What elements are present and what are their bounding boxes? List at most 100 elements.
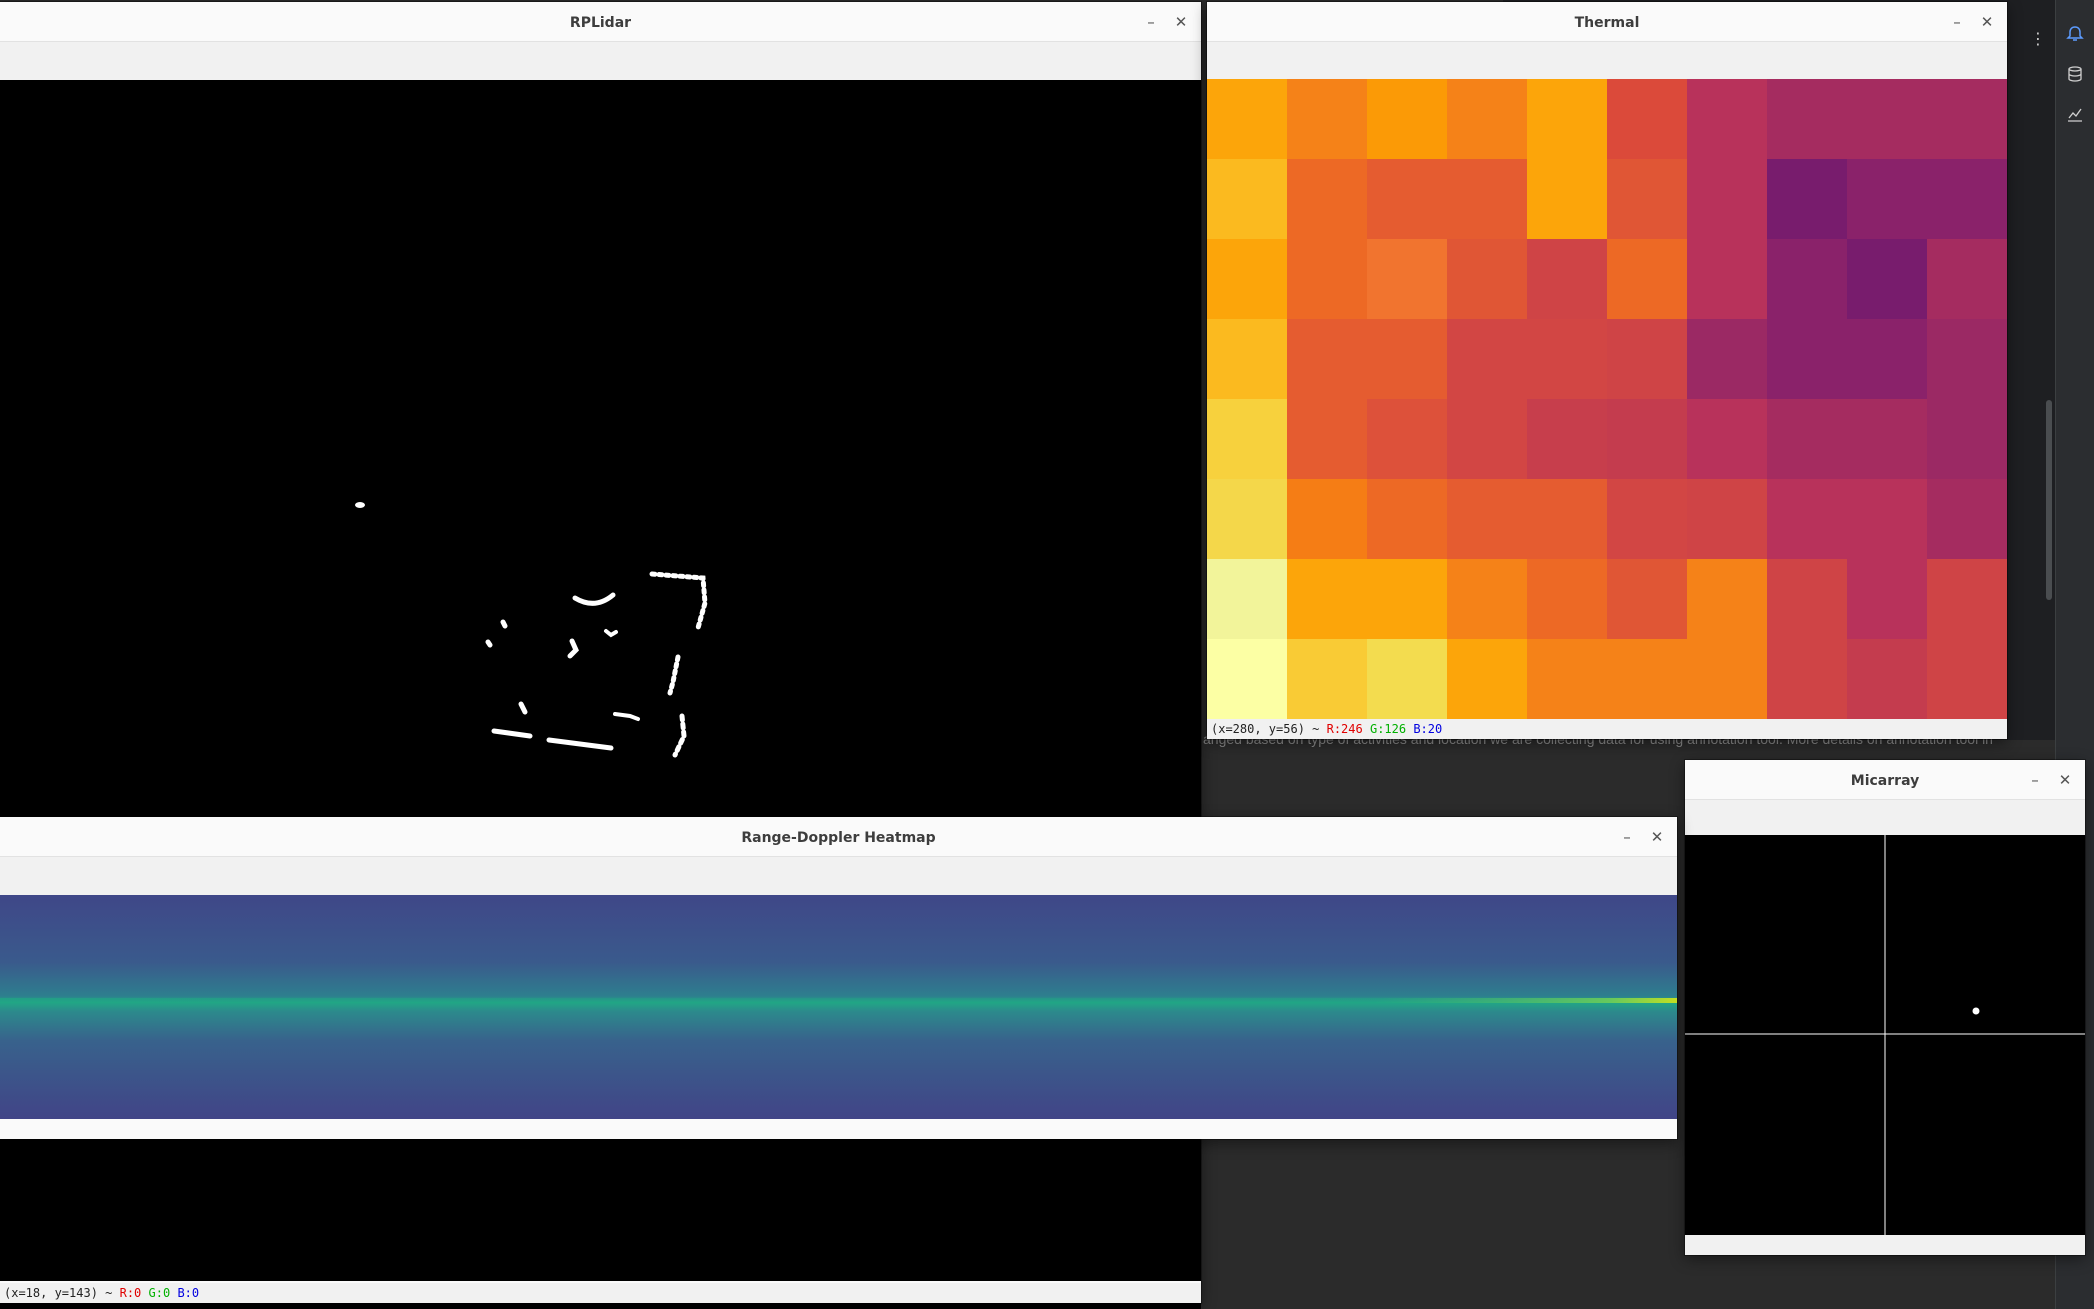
thermal-cell	[1207, 319, 1287, 399]
kebab-menu-icon[interactable]: ⋮	[2030, 30, 2046, 48]
cursor-coords: (x=280, y=56) ~	[1211, 722, 1320, 736]
thermal-cell	[1847, 79, 1927, 159]
range-doppler-titlebar[interactable]: Range-Doppler Heatmap – ✕	[0, 817, 1677, 857]
thermal-cell	[1927, 479, 2007, 559]
thermal-title: Thermal	[1574, 15, 1640, 31]
lidar-wall-segment	[546, 737, 614, 751]
lidar-wall-segment	[491, 728, 533, 739]
thermal-cell	[1607, 319, 1687, 399]
lidar-wall-segment	[667, 654, 681, 696]
thermal-cell	[1687, 479, 1767, 559]
thermal-cell	[1207, 159, 1287, 239]
thermal-cell	[1607, 239, 1687, 319]
thermal-cell	[1287, 559, 1367, 639]
thermal-cell	[1287, 239, 1367, 319]
thermal-window[interactable]: Thermal – ✕ (x=280, y=56) ~ R:246 G:126 …	[1207, 2, 2007, 739]
thermal-cell	[1687, 319, 1767, 399]
thermal-cell	[1767, 79, 1847, 159]
cursor-coords: (x=18, y=143) ~	[4, 1286, 113, 1300]
thermal-cell	[1927, 239, 2007, 319]
thermal-cell	[1287, 79, 1367, 159]
thermal-cell	[1847, 559, 1927, 639]
thermal-cell	[1687, 559, 1767, 639]
zero-doppler-line	[0, 998, 1677, 1003]
close-button[interactable]: ✕	[1976, 11, 1998, 33]
thermal-cell	[1367, 479, 1447, 559]
thermal-cell	[1447, 559, 1527, 639]
thermal-cell	[1527, 479, 1607, 559]
rplidar-titlebar[interactable]: RPLidar – ✕	[0, 2, 1201, 42]
thermal-cell	[1207, 239, 1287, 319]
thermal-cell	[1607, 399, 1687, 479]
lidar-cluster	[604, 629, 618, 638]
thermal-cell	[1447, 399, 1527, 479]
lidar-cluster	[567, 638, 579, 659]
thermal-cell	[1287, 159, 1367, 239]
range-doppler-toolbar	[0, 857, 1677, 897]
thermal-cell	[1527, 559, 1607, 639]
close-button[interactable]: ✕	[1646, 826, 1668, 848]
bell-icon[interactable]	[2056, 22, 2094, 54]
close-button[interactable]: ✕	[1170, 11, 1192, 33]
minimize-button[interactable]: –	[2024, 769, 2046, 791]
thermal-cell	[1767, 559, 1847, 639]
lidar-cluster	[613, 712, 640, 721]
minimize-button[interactable]: –	[1616, 826, 1638, 848]
pixel-green: G:126	[1369, 722, 1407, 736]
pixel-green: G:0	[148, 1286, 171, 1300]
database-icon[interactable]	[2056, 62, 2094, 94]
thermal-cell	[1527, 399, 1607, 479]
micarray-plot	[1685, 835, 2085, 1235]
thermal-cell	[1767, 239, 1847, 319]
thermal-cell	[1447, 239, 1527, 319]
close-button[interactable]: ✕	[2054, 769, 2076, 791]
thermal-cell	[1447, 79, 1527, 159]
micarray-titlebar[interactable]: Micarray – ✕	[1685, 760, 2085, 800]
rplidar-title: RPLidar	[569, 15, 632, 31]
thermal-cell	[1287, 479, 1367, 559]
thermal-cell	[1367, 399, 1447, 479]
range-doppler-title: Range-Doppler Heatmap	[741, 830, 936, 846]
lidar-points	[355, 502, 708, 758]
micarray-status-bar	[1685, 1235, 2085, 1255]
thermal-cell	[1607, 479, 1687, 559]
thermal-cell	[1367, 319, 1447, 399]
thermal-cell	[1927, 639, 2007, 719]
thermal-cell	[1927, 559, 2007, 639]
editor-scrollbar[interactable]	[2046, 400, 2052, 600]
thermal-cell	[1607, 639, 1687, 719]
thermal-cell	[1527, 159, 1607, 239]
lidar-wall-segment	[649, 571, 708, 631]
minimize-button[interactable]: –	[1140, 11, 1162, 33]
lidar-cluster	[518, 701, 528, 715]
micarray-window[interactable]: Micarray – ✕	[1685, 760, 2085, 1255]
thermal-cell	[1927, 399, 2007, 479]
lidar-wall-segment	[672, 713, 687, 758]
thermal-cell	[1207, 399, 1287, 479]
thermal-cell	[1767, 319, 1847, 399]
micarray-view	[1685, 835, 2085, 1235]
range-doppler-window[interactable]: Range-Doppler Heatmap – ✕	[0, 817, 1677, 1139]
thermal-cell	[1287, 319, 1367, 399]
thermal-cell	[1607, 559, 1687, 639]
thermal-cell	[1447, 319, 1527, 399]
thermal-cell	[1847, 159, 1927, 239]
minimize-button[interactable]: –	[1946, 11, 1968, 33]
chart-icon[interactable]	[2056, 102, 2094, 134]
pixel-red: R:246	[1326, 722, 1363, 736]
thermal-cell	[1447, 639, 1527, 719]
sound-source-dot	[1972, 1007, 1980, 1015]
thermal-cell	[1687, 639, 1767, 719]
thermal-cell	[1207, 639, 1287, 719]
thermal-titlebar[interactable]: Thermal – ✕	[1207, 2, 2007, 42]
thermal-cell	[1687, 79, 1767, 159]
heatmap-canvas	[0, 895, 1677, 1119]
thermal-cell	[1927, 79, 2007, 159]
thermal-cell	[1207, 79, 1287, 159]
thermal-cell	[1527, 79, 1607, 159]
thermal-cell	[1367, 559, 1447, 639]
thermal-status-bar: (x=280, y=56) ~ R:246 G:126 B:20	[1207, 719, 2007, 739]
thermal-cell	[1687, 239, 1767, 319]
thermal-cell	[1847, 319, 1927, 399]
thermal-cell	[1847, 639, 1927, 719]
